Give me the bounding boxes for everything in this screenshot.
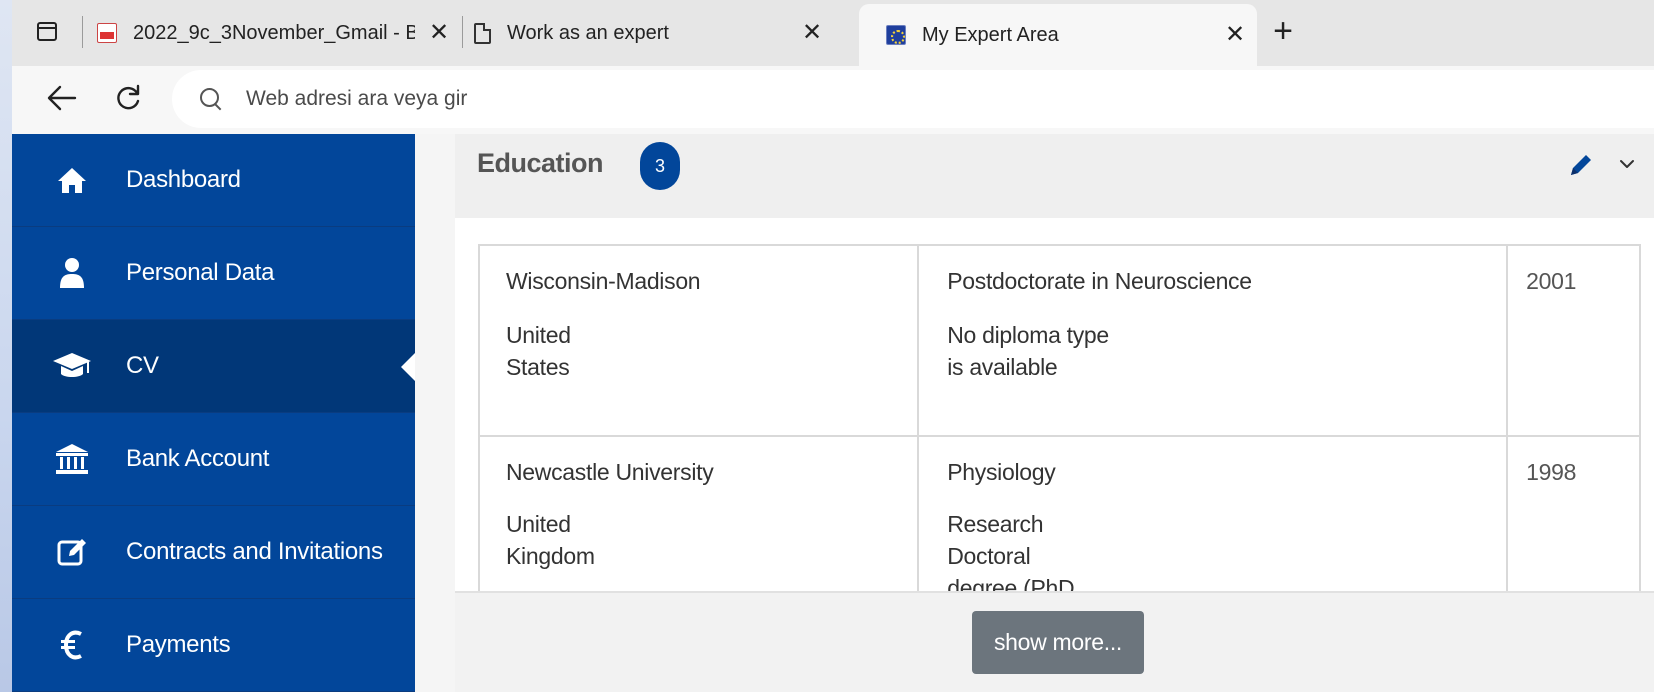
count-badge: 3: [640, 142, 680, 190]
country-line: United: [506, 511, 571, 537]
tab-separator: [462, 16, 463, 48]
omnibox[interactable]: [172, 70, 1654, 128]
bank-icon: [52, 441, 92, 477]
address-bar: [12, 66, 1654, 134]
tab-title: Work as an expert: [507, 21, 669, 44]
page-icon: [474, 22, 491, 44]
new-tab-button[interactable]: +: [1266, 14, 1300, 48]
address-input[interactable]: [246, 87, 1146, 111]
home-icon: [52, 162, 92, 198]
back-arrow-icon: [47, 85, 77, 111]
institution-name: Wisconsin-Madison: [506, 268, 701, 294]
pdf-icon: [97, 23, 117, 43]
sidebar-item-dashboard[interactable]: Dashboard: [12, 134, 415, 227]
browser-tab-bar: 2022_9c_3November_Gmail - Bilg ✕ Work as…: [12, 0, 1654, 66]
institution-cell: Wisconsin-Madison United States: [477, 244, 920, 437]
sidebar-item-personal-data[interactable]: Personal Data: [12, 227, 415, 320]
tab-actions-button[interactable]: [30, 14, 64, 48]
sidebar-item-label: CV: [126, 352, 159, 379]
eu-flag-icon: [886, 25, 906, 45]
sidebar-item-bank-account[interactable]: Bank Account: [12, 413, 415, 506]
sidebar-item-label: Payments: [126, 631, 231, 658]
field-of-study: Physiology: [947, 459, 1056, 485]
institution-name: Newcastle University: [506, 459, 714, 485]
sidebar-item-label: Dashboard: [126, 166, 241, 193]
close-icon[interactable]: ✕: [800, 20, 824, 46]
close-icon[interactable]: ✕: [1223, 22, 1247, 48]
tab-title: 2022_9c_3November_Gmail - Bilg: [133, 21, 415, 44]
diploma-line: is available: [947, 354, 1058, 380]
sidebar-item-cv[interactable]: CV: [12, 320, 415, 413]
diploma-line: Doctoral: [947, 543, 1031, 569]
sidebar-item-contracts[interactable]: Contracts and Invitations: [12, 506, 415, 599]
tab-my-expert-area[interactable]: My Expert Area ✕: [859, 4, 1257, 66]
table-row: Newcastle University United Kingdom Phys…: [477, 435, 1641, 591]
degree-cell: Physiology Research Doctoral degree (PhD: [917, 435, 1509, 591]
sidebar-item-label: Bank Account: [126, 445, 270, 472]
diploma-line: degree (PhD: [947, 575, 1075, 591]
tab-gmail-pdf[interactable]: 2022_9c_3November_Gmail - Bilg ✕: [97, 8, 457, 58]
search-icon: [198, 86, 224, 112]
tab-work-as-expert[interactable]: Work as an expert ✕: [474, 8, 834, 58]
edit-square-icon: [52, 534, 92, 570]
year-cell: 2001: [1506, 244, 1641, 437]
degree-cell: Postdoctorate in Neuroscience No diploma…: [917, 244, 1509, 437]
tab-title: My Expert Area: [922, 23, 1059, 46]
background-edge: [0, 0, 12, 692]
sidebar-item-label: Personal Data: [126, 259, 275, 286]
person-icon: [52, 255, 92, 291]
sidebar: Dashboard Personal Data CV Bank Account …: [12, 134, 415, 692]
year: 2001: [1526, 268, 1577, 294]
institution-cell: Newcastle University United Kingdom: [477, 435, 920, 591]
graduation-cap-icon: [52, 348, 92, 384]
country-line: Kingdom: [506, 543, 595, 569]
year: 1998: [1526, 459, 1577, 485]
euro-icon: [52, 627, 92, 663]
tab-separator: [82, 16, 83, 48]
country-line: United: [506, 322, 571, 348]
field-of-study: Postdoctorate in Neuroscience: [947, 268, 1252, 294]
table-row: Wisconsin-Madison United States Postdoct…: [477, 244, 1641, 437]
close-icon[interactable]: ✕: [427, 20, 451, 46]
reload-icon: [117, 84, 140, 110]
main-content: Education 3 Wisconsin-Madison United Sta…: [415, 134, 1654, 692]
reload-button[interactable]: [108, 78, 148, 118]
tab-actions-icon: [37, 21, 57, 41]
country-line: States: [506, 354, 570, 380]
education-panel: Wisconsin-Madison United States Postdoct…: [455, 218, 1654, 591]
year-cell: 1998: [1506, 435, 1641, 591]
panel-footer: show more...: [455, 591, 1654, 692]
pencil-icon[interactable]: [1568, 152, 1594, 178]
back-button[interactable]: [42, 78, 82, 118]
diploma-line: Research: [947, 511, 1044, 537]
education-header[interactable]: Education 3: [455, 134, 1654, 218]
section-title: Education: [477, 148, 604, 178]
show-more-button[interactable]: show more...: [972, 611, 1144, 674]
education-table: Wisconsin-Madison United States Postdoct…: [477, 244, 1641, 591]
sidebar-item-label: Contracts and Invitations: [126, 538, 383, 565]
chevron-down-icon[interactable]: [1617, 156, 1637, 172]
sidebar-item-payments[interactable]: Payments: [12, 599, 415, 692]
diploma-line: No diploma type: [947, 322, 1109, 348]
